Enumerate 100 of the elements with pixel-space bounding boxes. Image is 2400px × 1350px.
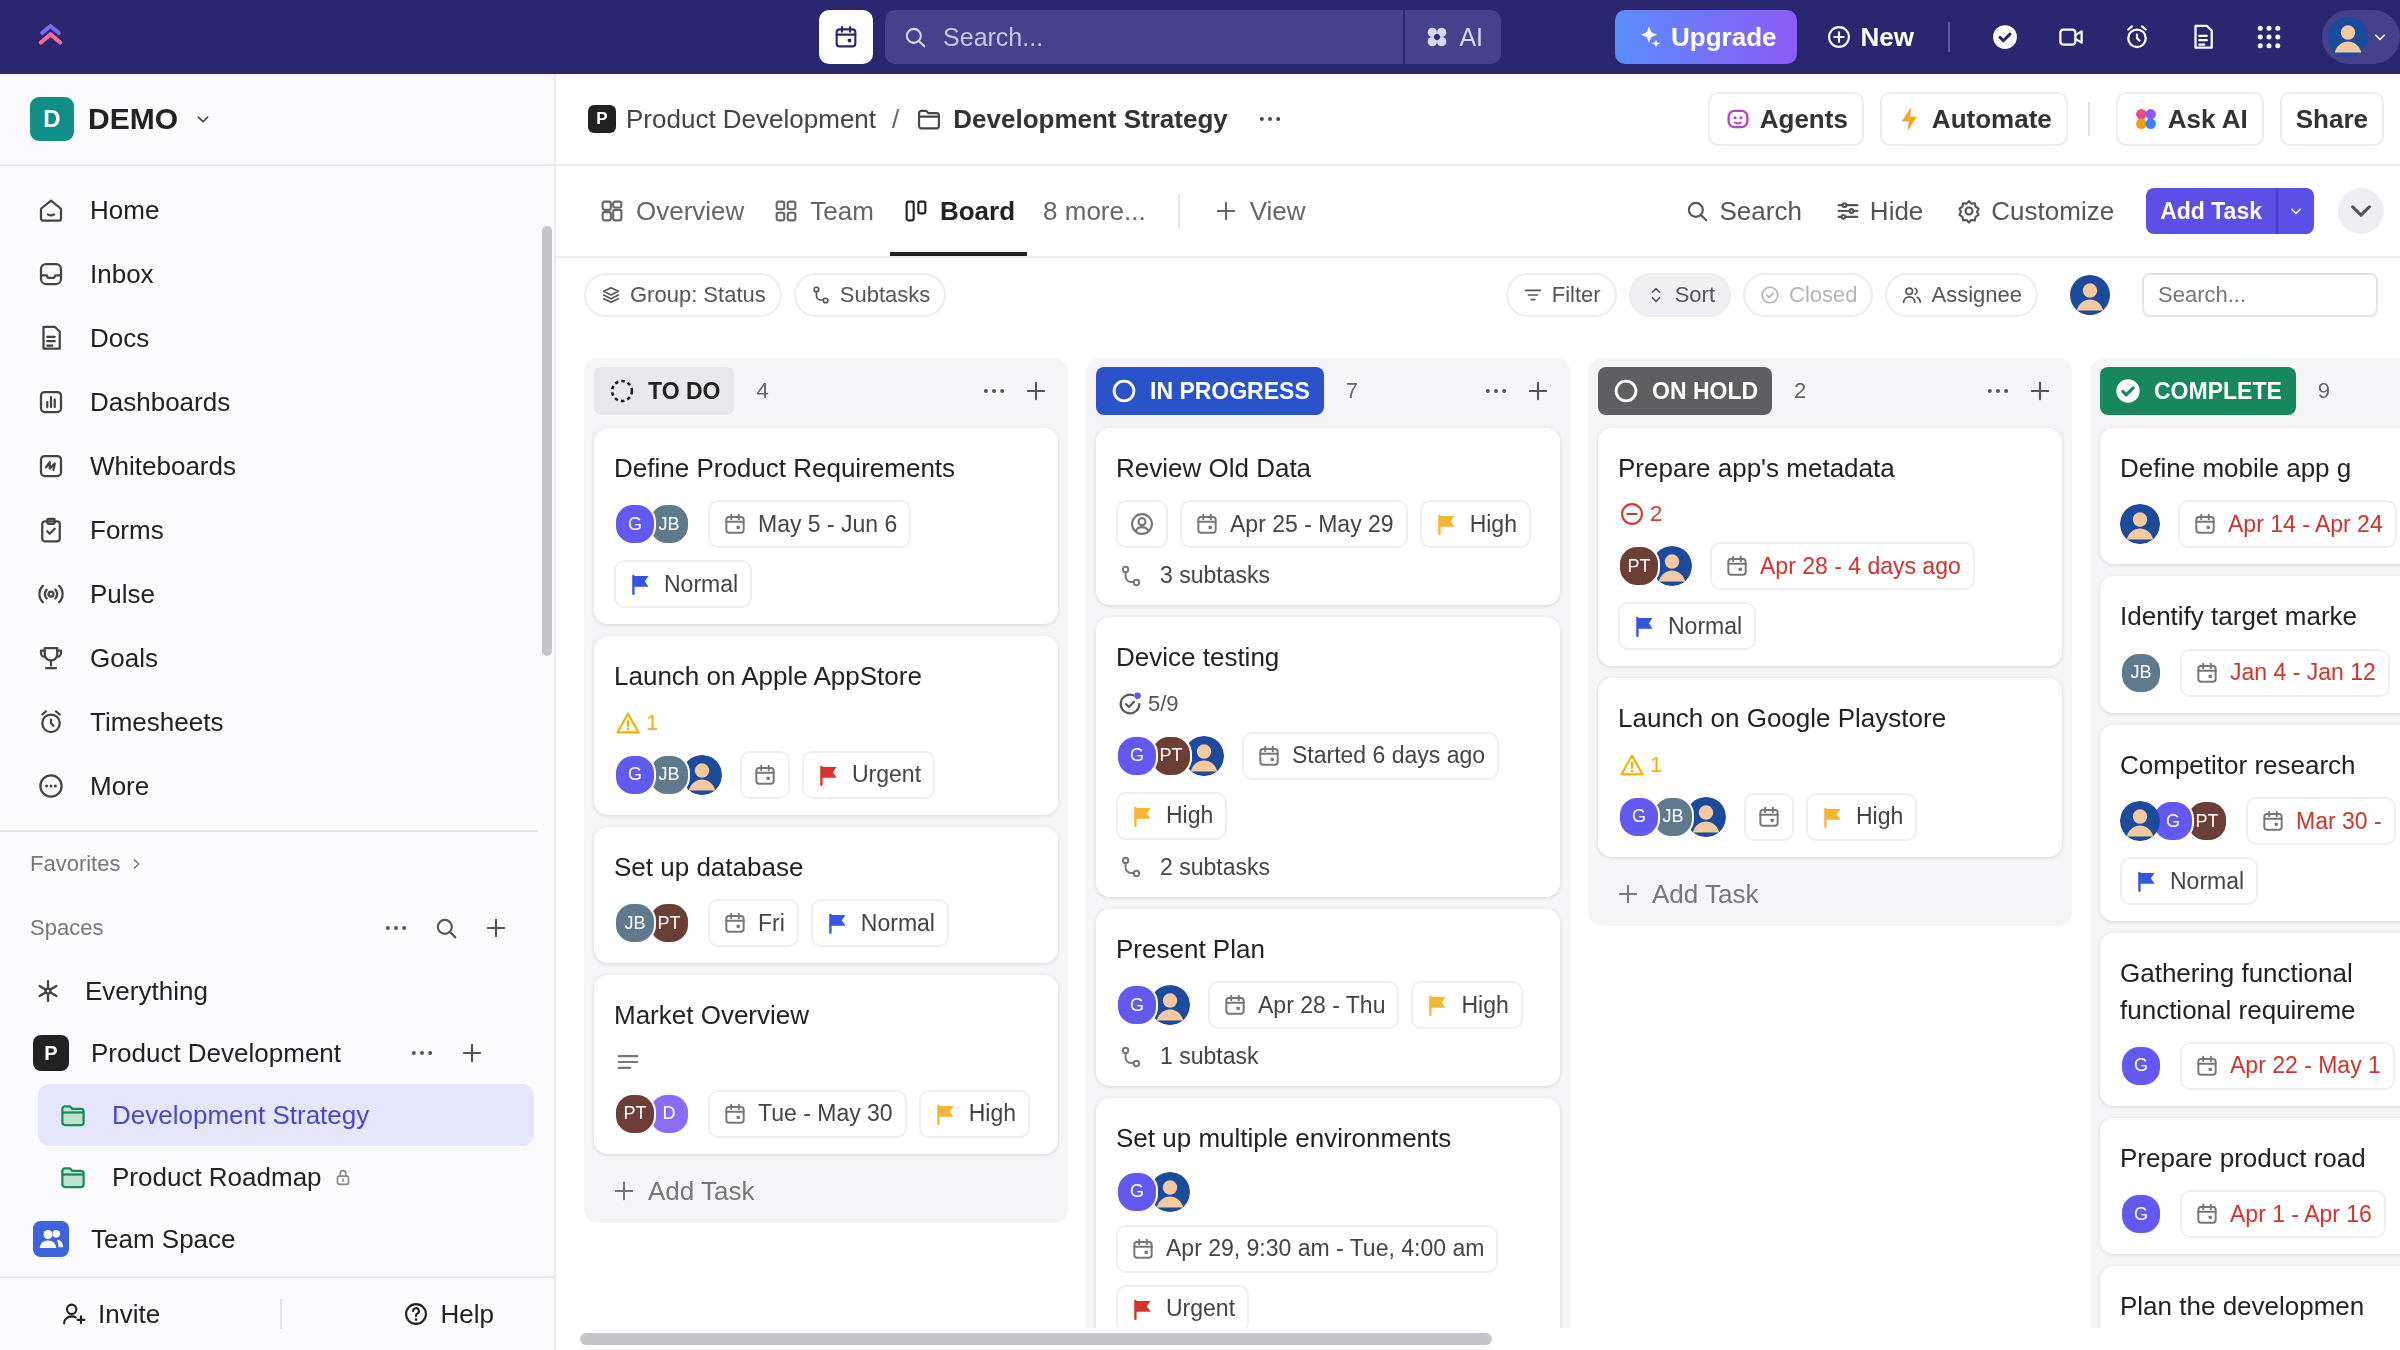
task-card[interactable]: Prepare app's metadata 2 PT Apr 28 - 4 days ago Normal (1598, 428, 2062, 667)
task-card[interactable]: Set up database JB PT Fri Normal (594, 826, 1058, 964)
search-field[interactable]: Search... AI (885, 10, 1502, 64)
add-task-button[interactable]: Add Task (594, 1165, 1058, 1213)
status-label[interactable]: IN PROGRESS (1096, 367, 1324, 415)
due-date[interactable]: Apr 29, 9:30 am - Tue, 4:00 am (1116, 1224, 1499, 1273)
agents-button[interactable]: Agents (1707, 92, 1864, 146)
ai-button[interactable]: AI (1403, 10, 1502, 64)
due-date[interactable]: Started 6 days ago (1242, 731, 1500, 780)
search-button[interactable]: Search (1669, 166, 1816, 256)
scrollbar[interactable] (580, 1333, 1492, 1345)
due-date[interactable]: Mar 30 - (2246, 797, 2396, 846)
new-button[interactable]: New (1824, 21, 1914, 53)
breadcrumb-link[interactable]: Development Strategy (953, 103, 1228, 135)
due-date[interactable]: Apr 25 - May 29 (1180, 500, 1408, 549)
nav-item[interactable]: Goals (0, 626, 554, 690)
automate-button[interactable]: Automate (1879, 92, 2068, 146)
priority-tag[interactable]: Urgent (802, 750, 936, 799)
subtasks-count[interactable]: 3 subtasks (1116, 562, 1540, 590)
priority-tag[interactable]: High (1116, 791, 1228, 840)
task-card[interactable]: Identify target marke JB Jan 4 - Jan 12 (2100, 576, 2400, 713)
task-card[interactable]: Launch on Apple AppStore 1 G JB Urgent (594, 636, 1058, 815)
due-date[interactable]: Jan 4 - Jan 12 (2180, 648, 2390, 697)
avatar[interactable] (2070, 275, 2110, 315)
subtasks-count[interactable]: 2 subtasks (1116, 853, 1540, 881)
task-card[interactable]: Plan the developmen (2100, 1266, 2400, 1328)
share-button[interactable]: Share (2279, 92, 2384, 146)
ask-ai-button[interactable]: Ask AI (2115, 92, 2264, 146)
space-item[interactable]: Everything (0, 960, 534, 1022)
favorites-link[interactable]: Favorites (30, 851, 121, 877)
date-button[interactable] (740, 750, 790, 799)
collapse-button[interactable] (2338, 188, 2384, 234)
priority-tag[interactable]: High (1411, 981, 1523, 1030)
nav-item[interactable]: Timesheets (0, 690, 554, 754)
assignee-button[interactable]: Assignee (1885, 273, 2038, 317)
task-card[interactable]: Define mobile app g Apr 14 - Apr 24 (2100, 428, 2400, 565)
priority-tag[interactable]: Normal (810, 899, 949, 948)
nav-item[interactable]: Forms (0, 498, 554, 562)
user-menu-button[interactable] (2322, 10, 2400, 64)
due-date[interactable]: Apr 22 - May 1 (2180, 1041, 2395, 1090)
task-card[interactable]: Review Old Data Apr 25 - May 29 High 3 subtasks (1096, 428, 1560, 606)
priority-tag[interactable]: High (1419, 500, 1531, 549)
date-button[interactable] (1744, 792, 1794, 841)
add-view-button[interactable]: View (1199, 166, 1318, 256)
due-date[interactable]: Apr 14 - Apr 24 (2178, 500, 2397, 549)
search-field[interactable]: Search... (2142, 273, 2378, 317)
nav-item[interactable]: Inbox (0, 242, 554, 306)
priority-tag[interactable]: Normal (614, 560, 753, 609)
dropdown-button[interactable] (2276, 188, 2314, 234)
group-button[interactable]: Group: Status (584, 273, 782, 317)
help-button[interactable]: Help (402, 1298, 494, 1330)
task-card[interactable]: Device testing 5/9 G PT Started 6 days ago High 2 subtasks (1096, 617, 1560, 897)
nav-item[interactable]: Pulse (0, 562, 554, 626)
task-card[interactable]: Gathering functional functional requireme G Apr 22 - May 1 (2100, 933, 2400, 1106)
space-item[interactable]: P Product Development (0, 1022, 534, 1084)
check-circle-icon[interactable] (1990, 22, 2020, 52)
view-tab[interactable]: Overview (586, 166, 757, 256)
assignee-button[interactable] (1116, 500, 1168, 549)
breadcrumb-link[interactable]: Product Development (626, 103, 877, 135)
nav-item[interactable]: More (0, 754, 554, 818)
priority-tag[interactable]: High (1806, 792, 1918, 841)
task-card[interactable]: Set up multiple environments G Apr 29, 9:30 am - Tue, 4:00 am Urgent (1096, 1098, 1560, 1328)
sort-button[interactable]: Sort (1628, 273, 1731, 317)
view-tab[interactable]: Board (889, 166, 1028, 256)
hide-button[interactable]: Hide (1819, 166, 1938, 256)
workspace-name[interactable]: DEMO (88, 102, 178, 136)
subtasks-button[interactable]: Subtasks (793, 273, 947, 317)
task-card[interactable]: Market Overview PT D Tue - May 30 High (594, 975, 1058, 1154)
task-card[interactable]: Present Plan G Apr 28 - Thu High 1 subtask (1096, 908, 1560, 1087)
customize-button[interactable]: Customize (1941, 166, 2129, 256)
priority-tag[interactable]: Normal (2120, 857, 2259, 906)
task-card[interactable]: Prepare product road G Apr 1 - Apr 16 (2100, 1117, 2400, 1255)
nav-item[interactable]: Whiteboards (0, 434, 554, 498)
task-card[interactable]: Competitor research G PT Mar 30 - Normal (2100, 724, 2400, 922)
due-date[interactable]: Apr 1 - Apr 16 (2180, 1190, 2386, 1239)
due-date[interactable]: May 5 - Jun 6 (708, 500, 912, 549)
folder-item[interactable]: Product Roadmap (38, 1146, 534, 1208)
task-card[interactable]: Launch on Google Playstore 1 G JB High (1598, 678, 2062, 857)
due-date[interactable]: Apr 28 - Thu (1208, 981, 1400, 1030)
due-date[interactable]: Fri (708, 899, 799, 948)
calendar-button[interactable] (819, 10, 874, 64)
filter-button[interactable]: Filter (1505, 273, 1617, 317)
status-label[interactable]: TO DO (594, 367, 735, 415)
folder-item[interactable]: Development Strategy (38, 1084, 534, 1146)
priority-tag[interactable]: Normal (1618, 602, 1757, 651)
invite-button[interactable]: Invite (60, 1298, 161, 1330)
nav-item[interactable]: Home (0, 178, 554, 242)
subtasks-count[interactable]: 1 subtask (1116, 1043, 1540, 1071)
view-tab[interactable]: Team (760, 166, 886, 256)
priority-tag[interactable]: High (918, 1089, 1030, 1138)
add-task-button[interactable]: Add Task (1598, 868, 2062, 916)
due-date[interactable]: Apr 28 - 4 days ago (1710, 542, 1975, 591)
space-item[interactable]: Team Space (0, 1208, 534, 1270)
status-label[interactable]: COMPLETE (2100, 367, 2296, 415)
nav-item[interactable]: Dashboards (0, 370, 554, 434)
due-date[interactable]: Tue - May 30 (708, 1089, 907, 1138)
scrollbar[interactable] (542, 226, 552, 656)
task-card[interactable]: Define Product Requirements G JB May 5 - Jun 6 Normal (594, 428, 1058, 625)
upgrade-button[interactable]: Upgrade (1615, 10, 1797, 64)
view-tab[interactable]: 8 more... (1031, 166, 1158, 256)
